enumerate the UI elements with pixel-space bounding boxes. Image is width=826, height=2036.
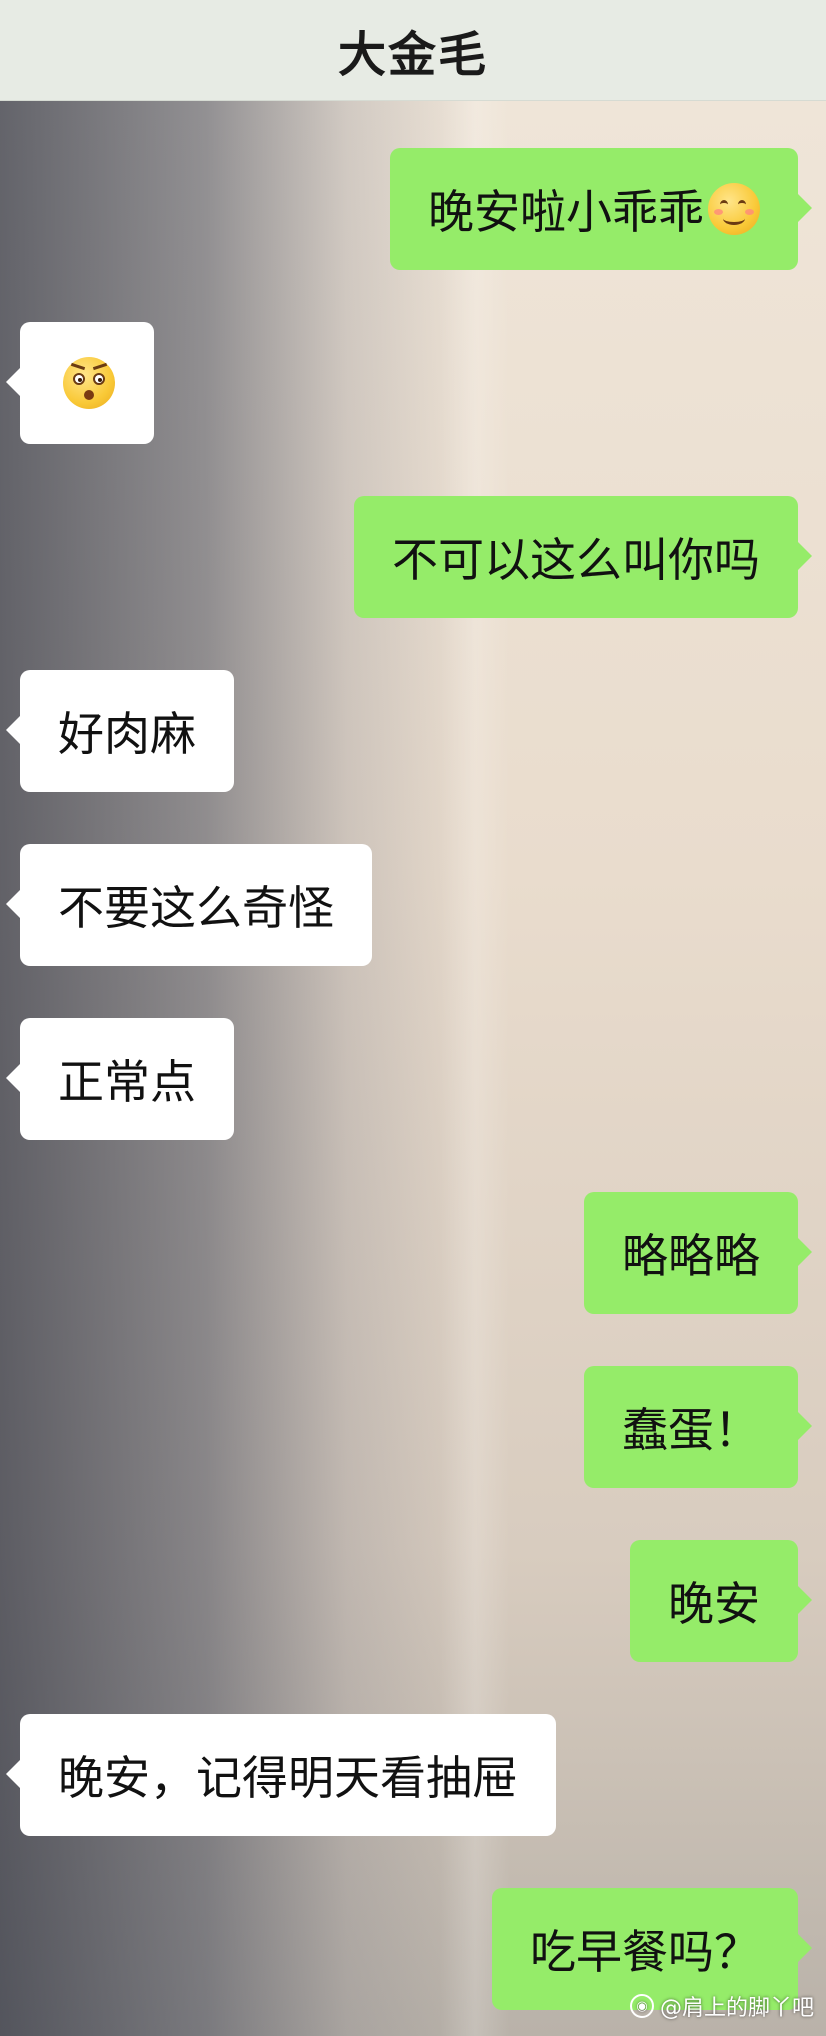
message-text: 晚安 [668, 1577, 760, 1631]
message-bubble-sent[interactable]: 晚安 [630, 1540, 812, 1662]
message-bubble-sent[interactable]: 不可以这么叫你吗 [354, 496, 812, 618]
message-text: 晚安，记得明天看抽屉 [58, 1751, 518, 1805]
message-bubble-received[interactable]: 好肉麻 [6, 670, 234, 792]
message-text: 略略略 [622, 1229, 760, 1283]
message-bubble-sent[interactable]: 蠢蛋！ [584, 1366, 812, 1488]
watermark: ◉ @肩上的脚丫吧 [629, 1990, 814, 2022]
message-text: 晚安啦小乖乖 [428, 185, 704, 239]
message-text: 蠢蛋！ [622, 1403, 760, 1457]
message-bubble-sent[interactable]: 略略略 [584, 1192, 812, 1314]
message-bubble-received[interactable]: 正常点 [6, 1018, 234, 1140]
blush-emoji-icon [708, 183, 760, 235]
message-text: 吃早餐吗？ [530, 1925, 760, 1979]
chat-header: 大金毛 [0, 0, 826, 101]
message-text: 不要这么奇怪 [58, 881, 334, 935]
camera-icon: ◉ [629, 1994, 654, 2018]
shocked-emoji-icon [63, 357, 115, 409]
message-text: 不可以这么叫你吗 [392, 533, 760, 587]
message-bubble-sent[interactable]: 晚安啦小乖乖 [390, 148, 812, 270]
message-bubble-received[interactable] [6, 322, 154, 444]
chat-title: 大金毛 [337, 27, 488, 83]
message-bubble-received[interactable]: 晚安，记得明天看抽屉 [6, 1714, 556, 1836]
message-bubble-received[interactable]: 不要这么奇怪 [6, 844, 372, 966]
message-text: 好肉麻 [58, 707, 196, 761]
message-text: 正常点 [58, 1055, 196, 1109]
watermark-text: @肩上的脚丫吧 [659, 1996, 814, 2021]
